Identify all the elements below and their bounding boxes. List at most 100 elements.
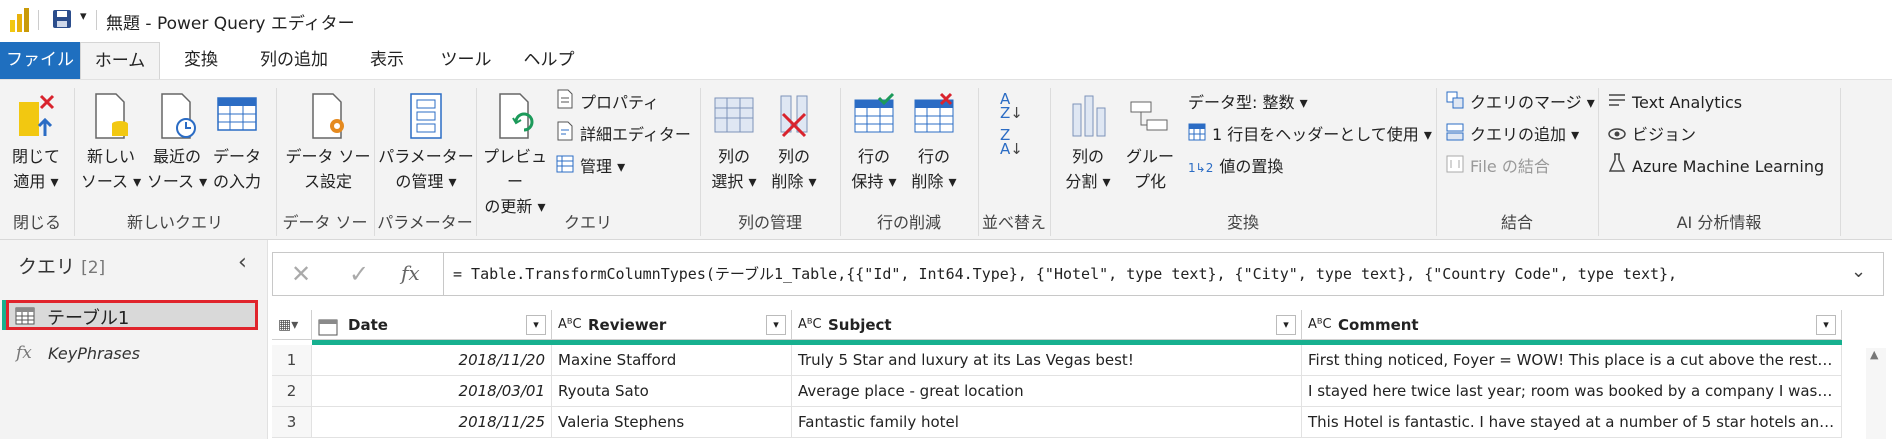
column-header-date[interactable]: Date ▾ bbox=[312, 310, 552, 340]
tab-view[interactable]: 表示 bbox=[356, 42, 418, 79]
comment-cell[interactable]: I stayed here twice last year; room was … bbox=[1302, 376, 1842, 407]
replace-values-button[interactable]: 1↳2 値の置換 bbox=[1188, 152, 1283, 183]
dropdown-arrow-icon: ▾ bbox=[803, 172, 817, 191]
keep-rows-label: 行の bbox=[857, 147, 890, 166]
divider bbox=[38, 10, 39, 30]
divider bbox=[96, 10, 97, 30]
manage-button[interactable]: 管理 ▾ bbox=[556, 152, 625, 183]
query-item-table1[interactable]: テーブル1 bbox=[6, 300, 258, 330]
column-header-subject[interactable]: AᴮC Subject ▾ bbox=[792, 310, 1302, 340]
date-cell[interactable]: 2018/03/01 bbox=[312, 376, 552, 407]
keep-rows-button[interactable]: 行の 保持 ▾ bbox=[846, 92, 902, 194]
column-filter-icon[interactable]: ▾ bbox=[1276, 315, 1296, 335]
new-source-button[interactable]: 新しい ソース ▾ bbox=[80, 92, 142, 194]
reviewer-cell[interactable]: Valeria Stephens bbox=[552, 407, 792, 438]
customize-toolbar-icon[interactable]: ▾ bbox=[80, 9, 87, 24]
fx-icon[interactable]: fx bbox=[401, 261, 420, 285]
column-header-reviewer[interactable]: AᴮC Reviewer ▾ bbox=[552, 310, 792, 340]
split-column-label: 列の bbox=[1071, 147, 1104, 166]
choose-columns-button[interactable]: 列の 選択 ▾ bbox=[706, 92, 762, 194]
tab-transform[interactable]: 変換 bbox=[170, 42, 232, 79]
group-by-button[interactable]: グルー プ化 bbox=[1122, 92, 1178, 194]
vision-label: ビジョン bbox=[1632, 125, 1697, 144]
commit-formula-icon[interactable]: ✓ bbox=[349, 260, 369, 288]
data-type-dropdown[interactable]: データ型: 整数 ▾ bbox=[1188, 88, 1308, 118]
tab-help[interactable]: ヘルプ bbox=[516, 42, 582, 79]
date-cell[interactable]: 2018/11/20 bbox=[312, 345, 552, 376]
azure-ml-button[interactable]: Azure Machine Learning bbox=[1608, 152, 1824, 183]
remove-columns-button[interactable]: 列の 削除 ▾ bbox=[766, 92, 822, 194]
subject-cell[interactable]: Average place - great location bbox=[792, 376, 1302, 407]
split-column-label: 分割 bbox=[1065, 172, 1098, 191]
subject-cell[interactable]: Fantastic family hotel bbox=[792, 407, 1302, 438]
row-number: 1 bbox=[272, 345, 312, 376]
sort-descending-icon[interactable]: Z A↓ bbox=[1000, 128, 1023, 157]
tab-home[interactable]: ホーム bbox=[80, 42, 160, 80]
window-title: 無題 - Power Query エディター bbox=[106, 9, 355, 34]
parameters-icon bbox=[405, 92, 447, 140]
dropdown-arrow-icon: ▾ bbox=[1097, 172, 1111, 191]
enter-data-button[interactable]: データ の入力 bbox=[210, 92, 264, 194]
data-source-settings-button[interactable]: データ ソー ス設定 bbox=[282, 92, 374, 194]
expand-formula-icon[interactable]: ⌄ bbox=[1851, 261, 1866, 282]
column-filter-icon[interactable]: ▾ bbox=[1816, 315, 1836, 335]
split-column-icon bbox=[1067, 92, 1109, 140]
combine-files-button[interactable]: File の結合 bbox=[1446, 152, 1550, 183]
split-column-button[interactable]: 列の 分割 ▾ bbox=[1058, 92, 1118, 194]
close-apply-icon bbox=[15, 92, 57, 140]
manage-parameters-button[interactable]: パラメーター の管理 ▾ bbox=[378, 92, 474, 194]
first-row-header-button[interactable]: 1 行目をヘッダーとして使用 ▾ bbox=[1188, 120, 1432, 151]
tab-tools[interactable]: ツール bbox=[436, 42, 496, 79]
refresh-preview-button[interactable]: プレビュー の更新 ▾ bbox=[480, 92, 550, 219]
choose-columns-icon bbox=[713, 92, 755, 140]
cancel-formula-icon[interactable]: ✕ bbox=[291, 260, 311, 288]
advanced-editor-button[interactable]: 詳細エディター bbox=[556, 120, 691, 151]
comment-cell[interactable]: This Hotel is fantastic. I have stayed a… bbox=[1302, 407, 1842, 438]
power-bi-logo-icon bbox=[10, 8, 30, 32]
reviewer-cell[interactable]: Ryouta Sato bbox=[552, 376, 792, 407]
append-queries-icon bbox=[1446, 121, 1464, 151]
tab-file[interactable]: ファイル bbox=[0, 42, 80, 79]
collapse-pane-icon[interactable]: ‹ bbox=[238, 250, 247, 275]
append-queries-button[interactable]: クエリの追加 ▾ bbox=[1446, 120, 1579, 151]
group-label-close: 閉じる bbox=[12, 213, 61, 232]
reviewer-cell[interactable]: Maxine Stafford bbox=[552, 345, 792, 376]
comment-cell[interactable]: First thing noticed, Foyer = WOW! This p… bbox=[1302, 345, 1842, 376]
dropdown-arrow-icon: ▾ bbox=[1294, 93, 1308, 112]
vision-button[interactable]: ビジョン bbox=[1608, 120, 1696, 151]
remove-rows-button[interactable]: 行の 削除 ▾ bbox=[906, 92, 962, 194]
refresh-preview-label: プレビュー bbox=[482, 147, 547, 191]
close-apply-label: 適用 bbox=[13, 172, 46, 191]
group-label-transform: 変換 bbox=[1226, 213, 1259, 232]
text-analytics-button[interactable]: Text Analytics bbox=[1608, 88, 1742, 119]
group-label-ai-insights: AI 分析情報 bbox=[1676, 213, 1762, 232]
subject-cell[interactable]: Truly 5 Star and luxury at its Las Vegas… bbox=[792, 345, 1302, 376]
save-icon[interactable] bbox=[52, 9, 72, 29]
query-item-label: KeyPhrases bbox=[48, 344, 140, 363]
column-header-comment[interactable]: AᴮC Comment ▾ bbox=[1302, 310, 1842, 340]
column-filter-icon[interactable]: ▾ bbox=[766, 315, 786, 335]
recent-sources-icon bbox=[156, 92, 198, 140]
new-source-label: ソース bbox=[80, 172, 129, 191]
properties-button[interactable]: プロパティ bbox=[556, 88, 659, 119]
enter-data-label: の入力 bbox=[212, 172, 261, 191]
text-analytics-icon bbox=[1608, 89, 1626, 119]
tab-add-column[interactable]: 列の追加 bbox=[248, 42, 340, 79]
scroll-up-icon[interactable]: ▲ bbox=[1870, 348, 1878, 361]
recent-sources-button[interactable]: 最近の ソース ▾ bbox=[146, 92, 208, 194]
sort-ascending-icon[interactable]: A Z↓ bbox=[1000, 92, 1023, 121]
close-apply-button[interactable]: 閉じて 適用 ▾ bbox=[6, 92, 66, 194]
replace-values-label: 値の置換 bbox=[1219, 157, 1284, 176]
column-filter-icon[interactable]: ▾ bbox=[526, 315, 546, 335]
query-item-keyphrases[interactable]: fx KeyPhrases bbox=[6, 340, 258, 370]
remove-rows-label: 行の bbox=[917, 147, 950, 166]
dropdown-arrow-icon: ▾ bbox=[45, 172, 59, 191]
formula-text[interactable]: = Table.TransformColumnTypes(テーブル1_Table… bbox=[453, 263, 1793, 284]
vertical-scrollbar[interactable]: ▲ bbox=[1866, 348, 1886, 439]
dropdown-arrow-icon: ▾ bbox=[612, 157, 626, 176]
merge-queries-button[interactable]: クエリのマージ ▾ bbox=[1446, 88, 1595, 119]
date-cell[interactable]: 2018/11/25 bbox=[312, 407, 552, 438]
table-icon bbox=[216, 92, 258, 140]
table-menu-button[interactable]: ▦▾ bbox=[272, 310, 312, 340]
group-by-label: プ化 bbox=[1133, 172, 1166, 191]
